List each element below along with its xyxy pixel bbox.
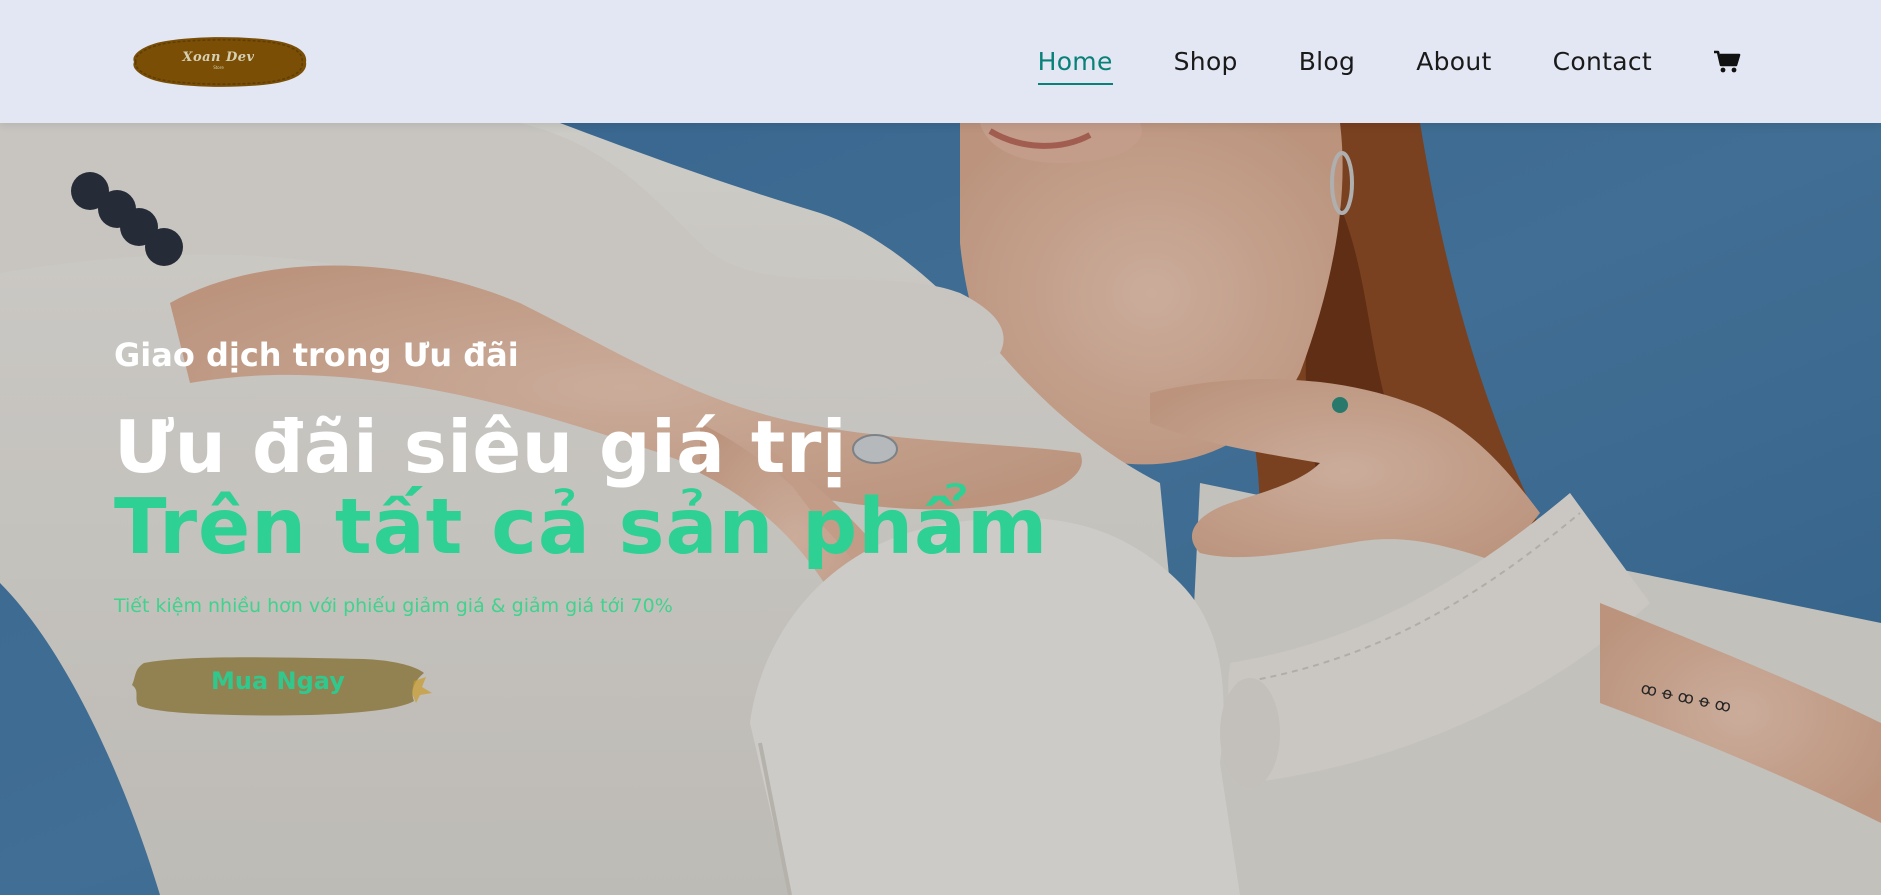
hero-headline: Ưu đãi siêu giá trị bbox=[114, 405, 848, 489]
shop-now-button[interactable]: Mua Ngay bbox=[114, 651, 434, 721]
nav-blog[interactable]: Blog bbox=[1299, 47, 1355, 76]
logo-text: Xoan Dev bbox=[182, 49, 255, 65]
hero-banner: ꝏ ꝋ ꝏ ꝋ ꝏ Giao dịch trong Ưu đãi Ưu đãi … bbox=[0, 123, 1881, 895]
hero-headline-accent: Trên tất cả sản phẩm bbox=[114, 483, 1049, 572]
shopping-cart-icon[interactable] bbox=[1713, 49, 1741, 75]
logo-tagline: Store bbox=[213, 64, 224, 70]
nav-list: Home Shop Blog About Contact bbox=[1037, 47, 1652, 85]
main-nav: Home Shop Blog About Contact bbox=[1037, 47, 1741, 85]
logo[interactable]: Xoan Dev Store bbox=[126, 34, 311, 90]
nav-about[interactable]: About bbox=[1416, 47, 1491, 76]
site-header: Xoan Dev Store Home Shop Blog About Cont… bbox=[0, 0, 1881, 123]
hero-kicker: Giao dịch trong Ưu đãi bbox=[114, 336, 519, 374]
nav-contact[interactable]: Contact bbox=[1553, 47, 1652, 76]
nav-home[interactable]: Home bbox=[1037, 47, 1113, 85]
nav-shop[interactable]: Shop bbox=[1174, 47, 1238, 76]
hero-subtext: Tiết kiệm nhiều hơn với phiếu giảm giá &… bbox=[114, 595, 673, 617]
shop-now-label: Mua Ngay bbox=[211, 667, 345, 695]
